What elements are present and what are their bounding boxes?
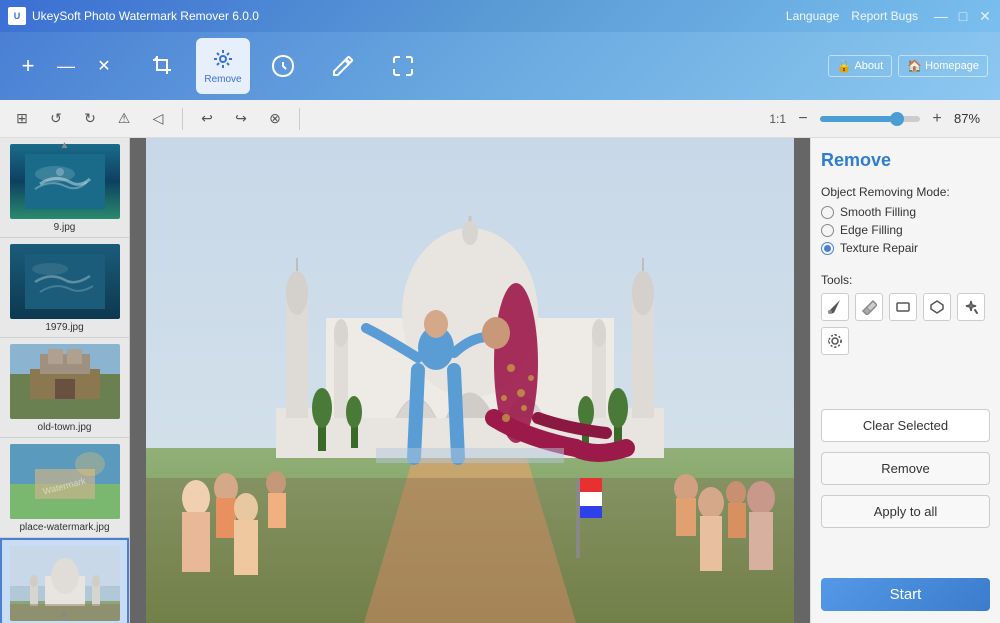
zoom-ratio-label: 1:1 [769, 112, 786, 126]
apply-to-all-btn[interactable]: Apply to all [821, 495, 990, 528]
thumb-item-1[interactable]: 1979.jpg [0, 238, 129, 338]
mode-edge-label: Edge Filling [840, 223, 903, 237]
main-layout: ▲ 9.jpg [0, 138, 1000, 623]
tab-remove-label: Remove [204, 74, 241, 85]
about-label: About [854, 60, 883, 72]
title-bar: U UkeySoft Photo Watermark Remover 6.0.0… [0, 0, 1000, 32]
header-right-btns: 🔒 About 🏠 Homepage [828, 55, 988, 77]
tab-retouch[interactable] [256, 38, 310, 94]
thumb-preview-3: Watermark [10, 444, 120, 519]
scroll-up-arrow[interactable]: ▲ [60, 140, 70, 151]
thumb-preview-2 [10, 344, 120, 419]
app-icon: U [8, 7, 26, 25]
title-actions: Language Report Bugs [786, 9, 918, 23]
clear-selected-btn[interactable]: Clear Selected [821, 409, 990, 442]
tool-magic-wand[interactable] [957, 293, 985, 321]
tool-brush[interactable] [821, 293, 849, 321]
window-controls: — □ ✕ [934, 9, 992, 23]
homepage-label: Homepage [925, 60, 979, 72]
divider-2 [299, 108, 300, 130]
tools-row [821, 293, 990, 355]
thumb-label-0: 9.jpg [54, 222, 76, 233]
divider-1 [182, 108, 183, 130]
language-btn[interactable]: Language [786, 9, 839, 23]
tool-eraser[interactable] [855, 293, 883, 321]
mode-smooth-label: Smooth Filling [840, 205, 916, 219]
about-btn[interactable]: 🔒 About [828, 55, 893, 77]
main-toolbar: + — ✕ Remove [0, 32, 1000, 100]
canvas-area[interactable] [130, 138, 810, 623]
radio-group-modes: Smooth Filling Edge Filling Texture Repa… [821, 205, 990, 255]
home-icon: 🏠 [907, 59, 922, 73]
panel-spacer [821, 371, 990, 399]
tab-remove[interactable]: Remove [196, 38, 250, 94]
zoom-in-btn[interactable]: + [926, 108, 948, 130]
zoom-slider-thumb[interactable] [890, 112, 904, 126]
close-btn[interactable]: ✕ [978, 9, 992, 23]
mode-texture-label: Texture Repair [840, 241, 918, 255]
maximize-btn[interactable]: □ [956, 9, 970, 23]
tool-clone[interactable] [821, 327, 849, 355]
radio-texture [821, 242, 834, 255]
scroll-down-arrow[interactable]: ▼ [60, 610, 70, 621]
radio-smooth [821, 206, 834, 219]
report-bugs-btn[interactable]: Report Bugs [851, 9, 918, 23]
start-btn[interactable]: Start [821, 578, 990, 611]
thumb-label-1: 1979.jpg [45, 322, 83, 333]
object-removing-label: Object Removing Mode: [821, 185, 990, 199]
redo-btn[interactable]: ↪ [227, 105, 255, 133]
right-panel: Remove Object Removing Mode: Smooth Fill… [810, 138, 1000, 623]
tool-polygon[interactable] [923, 293, 951, 321]
radio-edge [821, 224, 834, 237]
zoom-out-btn[interactable]: − [792, 108, 814, 130]
clear-btn[interactable]: ⊗ [261, 105, 289, 133]
zoom-slider[interactable] [820, 116, 920, 122]
thumb-preview-1 [10, 244, 120, 319]
zoom-slider-fill [820, 116, 892, 122]
thumb-label-3: place-watermark.jpg [19, 522, 109, 533]
thumb-preview-0 [10, 144, 120, 219]
close-image-btn[interactable]: ✕ [88, 50, 120, 82]
thumb-item-0[interactable]: 9.jpg [0, 138, 129, 238]
panel-title: Remove [821, 150, 990, 171]
tab-crop[interactable] [136, 38, 190, 94]
grid-btn[interactable]: ⊞ [8, 105, 36, 133]
tools-label: Tools: [821, 273, 990, 287]
zoom-percent-label: 87% [954, 111, 992, 126]
app-title: UkeySoft Photo Watermark Remover 6.0.0 [32, 9, 786, 23]
thumb-label-2: old-town.jpg [38, 422, 92, 433]
mode-smooth[interactable]: Smooth Filling [821, 205, 990, 219]
about-icon: 🔒 [837, 59, 852, 73]
zoom-controls: 1:1 − + 87% [769, 108, 992, 130]
object-removing-section: Object Removing Mode: Smooth Filling Edg… [821, 185, 990, 263]
tool-rectangle[interactable] [889, 293, 917, 321]
mode-texture[interactable]: Texture Repair [821, 241, 990, 255]
tab-magnify[interactable] [376, 38, 430, 94]
add-btn[interactable]: + [12, 50, 44, 82]
secondary-toolbar: ⊞ ↺ ↻ ⚠ ◁ ↩ ↪ ⊗ 1:1 − + 87% [0, 100, 1000, 138]
image-sidebar: ▲ 9.jpg [0, 138, 130, 623]
main-canvas [146, 138, 794, 623]
rotate-left-btn[interactable]: ↺ [42, 105, 70, 133]
remove-btn[interactable]: Remove [821, 452, 990, 485]
flip-v-btn[interactable]: ⚠ [110, 105, 138, 133]
rotate-right-btn[interactable]: ↻ [76, 105, 104, 133]
thumb-item-3[interactable]: Watermark place-watermark.jpg [0, 438, 129, 538]
flip-h-btn[interactable]: ◁ [144, 105, 172, 133]
minimize-btn[interactable]: — [934, 9, 948, 23]
homepage-btn[interactable]: 🏠 Homepage [898, 55, 988, 77]
tools-section: Tools: [821, 273, 990, 355]
undo-btn[interactable]: ↩ [193, 105, 221, 133]
mode-edge[interactable]: Edge Filling [821, 223, 990, 237]
collapse-btn[interactable]: — [50, 50, 82, 82]
thumb-item-2[interactable]: old-town.jpg [0, 338, 129, 438]
tab-annotate[interactable] [316, 38, 370, 94]
